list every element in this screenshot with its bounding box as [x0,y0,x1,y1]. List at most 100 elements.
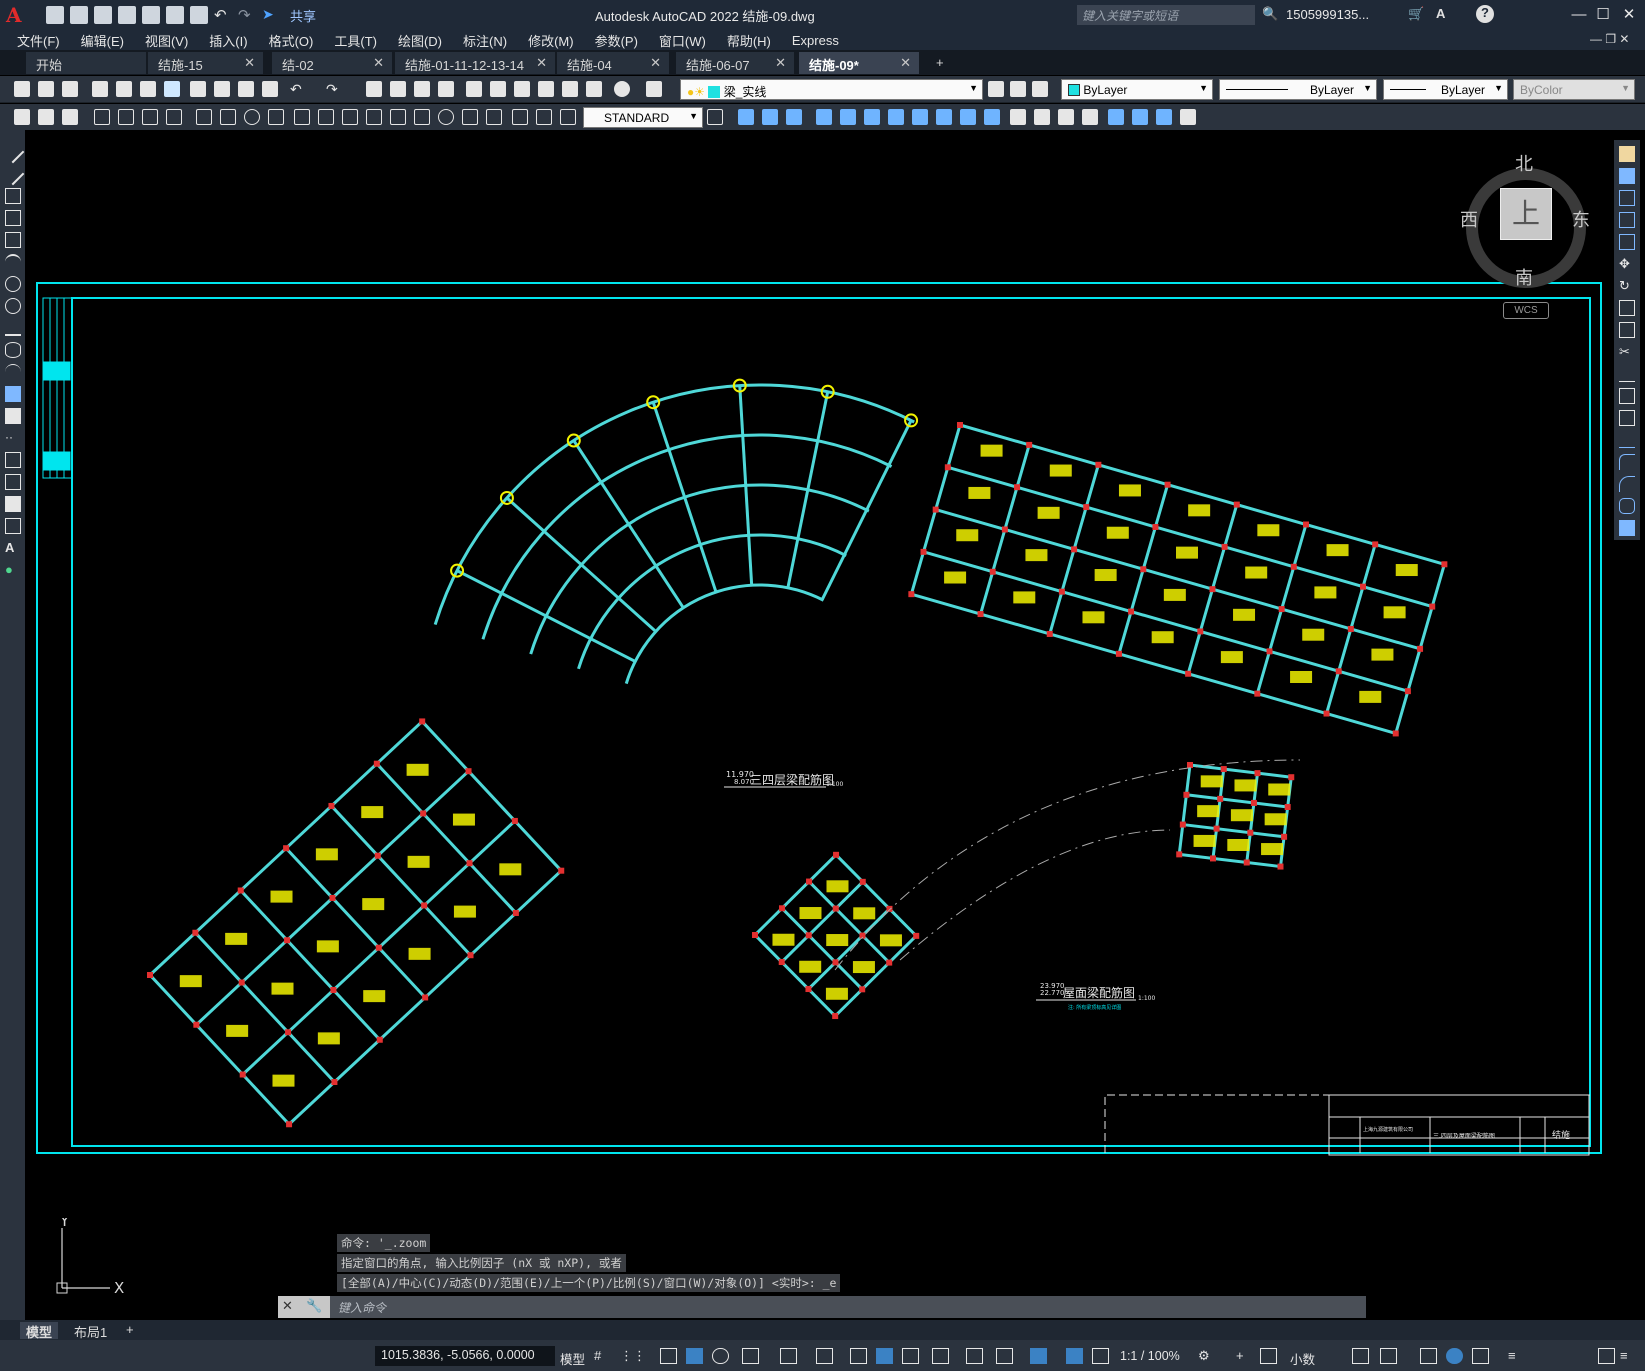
zoom-window-icon[interactable] [414,81,430,97]
viewcube[interactable]: 上 北 南 东 西 [1460,154,1590,290]
compass-south[interactable]: 南 [1515,264,1533,290]
tab-file-active[interactable]: 结施-09* ✕ [799,52,919,74]
trim-icon[interactable]: ✂ [1619,344,1635,360]
3d-object-snap-icon[interactable] [932,1348,949,1364]
radius-dimension-icon[interactable] [196,109,212,125]
union-icon[interactable] [960,109,976,125]
publish-web-icon[interactable] [164,81,180,97]
construction-line-icon[interactable] [1,162,25,186]
rotate-icon[interactable]: ↻ [1619,278,1635,294]
tab-file[interactable]: 结施-15 ✕ [148,52,263,74]
zoom-previous-icon[interactable] [438,81,454,97]
menu-window[interactable]: 窗口(W) [659,31,706,50]
open-file-icon[interactable] [70,6,88,24]
dimension-edit-icon[interactable] [512,109,528,125]
mirror-icon[interactable] [1619,190,1635,206]
units-icon[interactable] [1260,1348,1277,1364]
circle-icon[interactable] [5,276,21,292]
camera-icon[interactable] [1058,109,1074,125]
arc-icon[interactable] [5,254,21,270]
menu-dimension[interactable]: 标注(N) [463,31,507,50]
units-dropdown[interactable]: 小数 [1290,1349,1315,1368]
multiline-text-icon[interactable]: A [5,540,21,556]
break-at-point-icon[interactable] [1619,388,1635,404]
tab-file[interactable]: 结施-04 ✕ [557,52,669,74]
join-icon[interactable] [1619,432,1635,448]
copy-object-icon[interactable] [1619,168,1635,184]
ellipse-icon[interactable] [5,342,21,358]
extrude-icon[interactable] [816,109,832,125]
menu-view[interactable]: 视图(V) [145,31,188,50]
lineweight-dropdown[interactable]: ByLayer ▼ [1383,79,1508,100]
customization-icon[interactable]: ≡ [1508,1348,1525,1364]
undo-icon[interactable]: ↶ [290,81,306,97]
menu-icon[interactable]: ≡ [1620,1348,1637,1364]
inspection-icon[interactable] [462,109,478,125]
menu-edit[interactable]: 编辑(E) [81,31,124,50]
scale-icon[interactable] [1619,300,1635,316]
xref-icon[interactable] [1156,109,1172,125]
paste-icon[interactable] [238,81,254,97]
close-icon[interactable]: ✕ [244,55,255,71]
print-icon[interactable] [92,81,108,97]
object-snap-tracking-icon[interactable] [780,1348,797,1364]
autocad-logo-icon[interactable]: A [6,4,28,26]
light-icon[interactable] [1082,109,1098,125]
help-search-input[interactable]: 键入关键字或短语 [1077,5,1255,25]
menu-parametric[interactable]: 参数(P) [595,31,638,50]
model-space-toggle[interactable]: 模型 [560,1349,585,1368]
break-icon[interactable] [1619,410,1635,426]
stretch-icon[interactable] [1619,322,1635,338]
dimension-update-icon[interactable] [560,109,576,125]
compass-west[interactable]: 西 [1460,206,1478,232]
revolve-icon[interactable] [840,109,856,125]
menu-draw[interactable]: 绘图(D) [398,31,442,50]
dimstyle-dropdown[interactable]: STANDARD ▼ [583,107,703,128]
quick-properties-icon[interactable] [1352,1348,1369,1364]
tab-layout1[interactable]: 布局1 [68,1322,113,1340]
plotstyle-dropdown[interactable]: ByColor ▼ [1513,79,1635,100]
close-icon[interactable]: ✕ [536,55,547,71]
share-icon[interactable]: ➤ [262,6,280,24]
insert-block-icon[interactable] [1108,109,1124,125]
close-icon[interactable]: ✕ [900,55,911,71]
baseline-dimension-icon[interactable] [318,109,334,125]
center-mark-icon[interactable] [438,109,454,125]
point-icon[interactable]: ·· [5,430,21,446]
continue-dimension-icon[interactable] [342,109,358,125]
close-icon[interactable]: ✕ [373,55,384,71]
wrench-icon[interactable]: 🔧 [306,1298,322,1314]
new-file-icon[interactable] [46,6,64,24]
ucs-icon[interactable] [1180,109,1196,125]
render-icon[interactable] [1034,109,1050,125]
new-layout-button[interactable]: + [120,1322,140,1339]
plot-preview-icon[interactable] [116,81,132,97]
fullscreen-icon[interactable] [1598,1348,1615,1364]
auto-scale-icon[interactable] [1092,1348,1109,1364]
pan-icon[interactable] [366,81,382,97]
dimension-space-icon[interactable] [366,109,382,125]
gradient-icon[interactable] [5,474,21,490]
annotation-visibility-icon[interactable] [1066,1348,1083,1364]
drawing-canvas[interactable]: 11.970 8.070 三四层梁配筋图 1:100 23.970 22.770… [25,130,1610,1320]
open-web-icon[interactable] [142,6,160,24]
subtract-icon[interactable] [984,109,1000,125]
transparency-icon[interactable] [876,1348,893,1364]
offset-icon[interactable] [1619,212,1635,228]
layer-dropdown[interactable]: ●☀ 梁_实线 ▼ [680,79,983,100]
spline-icon[interactable] [5,320,21,336]
design-center-icon[interactable] [490,81,506,97]
markup-icon[interactable] [562,81,578,97]
tab-model[interactable]: 模型 [20,1322,59,1340]
help-icon[interactable]: ? [1476,5,1494,23]
layer-previous-icon[interactable] [1010,81,1026,97]
close-button[interactable]: ✕ [1618,4,1640,26]
cut-icon[interactable] [190,81,206,97]
quickcalc-icon[interactable] [586,81,602,97]
clean-screen-icon[interactable] [1472,1348,1489,1364]
snap-icon[interactable]: ⋮⋮ [620,1348,646,1364]
autodesk-account-icon[interactable]: A [1436,6,1445,21]
move-icon[interactable]: ✥ [1619,256,1635,272]
aligned-dimension-icon[interactable] [118,109,134,125]
share-button[interactable]: 共享 [290,6,316,25]
